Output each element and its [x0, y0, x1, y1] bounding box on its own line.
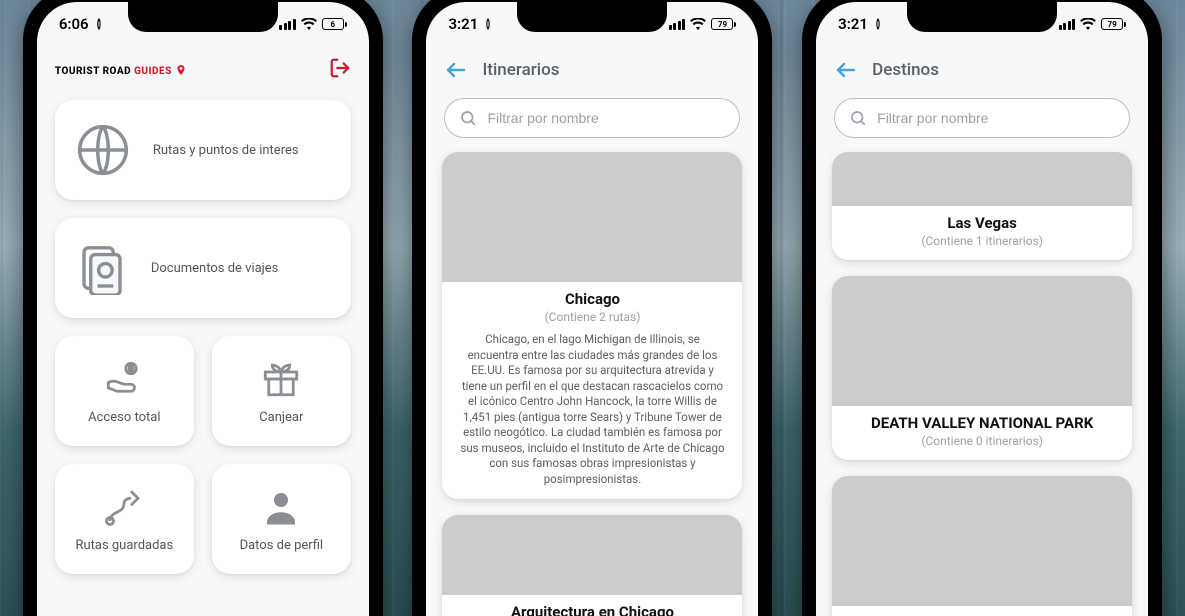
card-title: Arquitectura en Chicago — [454, 603, 730, 616]
hand-coin-icon: $ — [103, 358, 145, 400]
tile-travel-docs[interactable]: Documentos de viajes — [55, 218, 351, 318]
tile-label: Acceso total — [88, 410, 160, 425]
promo-stage: 6:06 6 TOURIST ROAD GUIDES — [0, 0, 1185, 616]
screen-destinations: 3:21 79 Destinos — [816, 2, 1148, 616]
wifi-icon — [690, 18, 706, 30]
back-button[interactable] — [834, 58, 858, 82]
search-icon — [849, 109, 867, 127]
tile-label: Documentos de viajes — [151, 261, 279, 276]
card-subtitle: (Contiene 2 rutas) — [454, 310, 730, 324]
card-title: Chicago — [454, 290, 730, 308]
page-title: Destinos — [872, 60, 939, 80]
tile-saved-routes[interactable]: Rutas guardadas — [55, 464, 194, 574]
wifi-icon — [301, 18, 317, 30]
app-header: Destinos — [816, 46, 1148, 94]
status-time: 6:06 — [59, 15, 89, 33]
device-notch — [517, 2, 667, 32]
cell-signal-icon — [1059, 19, 1076, 30]
globe-icon — [75, 122, 131, 178]
back-button[interactable] — [444, 58, 468, 82]
search-input[interactable] — [487, 110, 725, 126]
home-content: Rutas y puntos de interes Documentos de … — [37, 94, 369, 616]
tile-label: Canjear — [259, 410, 303, 425]
person-icon — [260, 486, 302, 528]
route-icon — [103, 486, 145, 528]
passport-icon — [75, 241, 129, 295]
destination-card-chicago[interactable]: Chicago (Contiene 2 itinerarios) — [832, 476, 1132, 616]
search-icon — [459, 109, 477, 127]
destination-card-death-valley[interactable]: DEATH VALLEY NATIONAL PARK (Contiene 0 i… — [832, 276, 1132, 460]
card-image — [832, 152, 1132, 206]
destinations-content: Las Vegas (Contiene 1 itinerarios) DEATH… — [816, 94, 1148, 616]
search-input[interactable] — [877, 110, 1115, 126]
card-image — [442, 515, 742, 595]
svg-text:$: $ — [129, 364, 134, 375]
battery-icon: 79 — [1101, 18, 1126, 30]
card-image — [832, 276, 1132, 406]
card-image — [442, 152, 742, 282]
logout-button[interactable] — [329, 57, 351, 83]
battery-icon: 6 — [322, 18, 347, 30]
cell-signal-icon — [669, 19, 686, 30]
tile-label: Datos de perfil — [240, 538, 324, 553]
tile-redeem[interactable]: Canjear — [212, 336, 351, 446]
card-subtitle: (Contiene 1 itinerarios) — [844, 234, 1120, 248]
wifi-icon — [1080, 18, 1096, 30]
card-image — [832, 476, 1132, 606]
card-title: Las Vegas — [844, 214, 1120, 232]
status-app-icon — [482, 18, 494, 30]
itinerary-card-chicago[interactable]: Chicago (Contiene 2 rutas) Chicago, en e… — [442, 152, 742, 499]
search-field[interactable] — [444, 98, 740, 138]
tile-profile[interactable]: Datos de perfil — [212, 464, 351, 574]
card-subtitle: (Contiene 0 itinerarios) — [844, 434, 1120, 448]
phone-home: 6:06 6 TOURIST ROAD GUIDES — [23, 0, 383, 616]
pin-icon — [175, 64, 187, 76]
device-notch — [907, 2, 1057, 32]
status-app-icon — [872, 18, 884, 30]
gift-icon — [260, 358, 302, 400]
page-title: Itinerarios — [482, 60, 559, 80]
device-notch — [128, 2, 278, 32]
screen-home: 6:06 6 TOURIST ROAD GUIDES — [37, 2, 369, 616]
itinerary-card-arquitectura[interactable]: Arquitectura en Chicago (Contiene 1 ruta… — [442, 515, 742, 616]
card-description: Chicago, en el lago Michigan de Illinois… — [454, 332, 730, 487]
search-field[interactable] — [834, 98, 1130, 138]
tile-label: Rutas y puntos de interes — [153, 143, 299, 158]
brand-logo: TOURIST ROAD GUIDES — [55, 64, 187, 77]
cell-signal-icon — [279, 19, 296, 30]
app-header: TOURIST ROAD GUIDES — [37, 46, 369, 94]
tile-label: Rutas guardadas — [75, 538, 173, 553]
status-app-icon — [93, 18, 105, 30]
tile-routes-poi[interactable]: Rutas y puntos de interes — [55, 100, 351, 200]
tile-full-access[interactable]: $ Acceso total — [55, 336, 194, 446]
phone-itineraries: 3:21 79 Itinerarios — [412, 0, 772, 616]
destination-card-vegas[interactable]: Las Vegas (Contiene 1 itinerarios) — [832, 152, 1132, 260]
status-time: 3:21 — [448, 15, 478, 33]
app-header: Itinerarios — [426, 46, 758, 94]
battery-icon: 79 — [711, 18, 736, 30]
phone-destinations: 3:21 79 Destinos — [802, 0, 1162, 616]
status-time: 3:21 — [838, 15, 868, 33]
itineraries-content: Chicago (Contiene 2 rutas) Chicago, en e… — [426, 94, 758, 616]
card-title: DEATH VALLEY NATIONAL PARK — [844, 414, 1120, 432]
screen-itineraries: 3:21 79 Itinerarios — [426, 2, 758, 616]
